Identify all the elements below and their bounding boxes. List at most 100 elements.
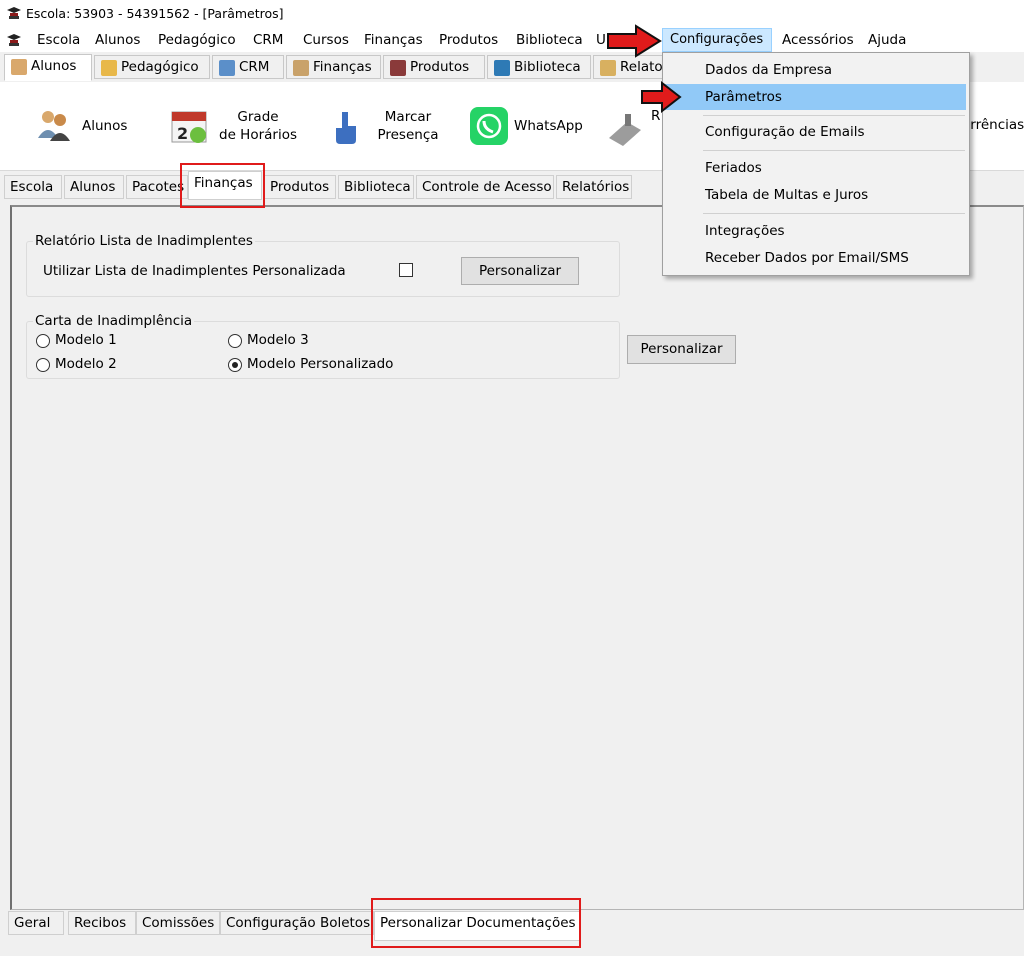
menu-configuracoes[interactable]: Configurações — [662, 28, 772, 52]
calendar-icon: 2 — [171, 111, 207, 143]
finance-parameters-panel: Relatório Lista de Inadimplentes Utiliza… — [10, 205, 1024, 910]
menu-item-label: Tabela de Multas e Juros — [705, 187, 869, 203]
menu-configuracoes-label: Configurações — [670, 32, 764, 47]
menu-item-dados-da-empresa[interactable]: Dados da Empresa — [664, 57, 966, 83]
personalizar-list-button[interactable]: Personalizar — [461, 257, 579, 285]
menu-crm[interactable]: CRM — [253, 32, 283, 48]
reports-icon — [600, 60, 616, 76]
title-bar: Escola: 53903 - 54391562 - [Parâmetros] — [0, 0, 1024, 28]
menu-escola[interactable]: Escola — [37, 32, 80, 48]
annotation-arrow-icon — [607, 24, 662, 58]
custom-list-checkbox[interactable] — [399, 263, 413, 277]
menu-item-label: Dados da Empresa — [705, 62, 833, 78]
menu-item-integracoes[interactable]: Integrações — [664, 218, 966, 244]
module-tab-relatorios[interactable]: Relato — [593, 55, 673, 79]
module-tab-label: Relato — [620, 59, 663, 75]
parameter-tabs: Escola Alunos Pacotes Finanças Produtos … — [4, 171, 644, 200]
tab-geral[interactable]: Geral — [8, 911, 64, 935]
module-tab-produtos[interactable]: Produtos — [383, 55, 485, 79]
modelo2-label: Modelo 2 — [55, 356, 117, 372]
finance-icon — [293, 60, 309, 76]
toolbar-marcar-presenca-button[interactable]: Marcar Presença — [330, 100, 440, 150]
menu-separator — [703, 150, 965, 151]
toolbar-alunos-button[interactable]: Alunos — [30, 100, 140, 150]
toolbar-label: Alunos — [82, 118, 128, 134]
menu-ajuda[interactable]: Ajuda — [868, 32, 906, 48]
menu-item-label: Receber Dados por Email/SMS — [705, 250, 909, 266]
module-tab-alunos[interactable]: Alunos — [4, 54, 92, 81]
module-tab-label: CRM — [239, 59, 270, 75]
module-tab-label: Finanças — [313, 59, 372, 75]
annotation-arrow-icon — [641, 81, 682, 113]
tab-biblioteca[interactable]: Biblioteca — [338, 175, 414, 199]
monitor-icon — [219, 60, 235, 76]
menu-acessorios[interactable]: Acessórios — [782, 32, 854, 48]
toolbar-label: Marcar — [384, 109, 432, 125]
modelo2-radio[interactable] — [36, 358, 50, 372]
modelo-personalizado-radio[interactable] — [228, 358, 242, 372]
menu-item-parametros[interactable]: Parâmetros — [664, 84, 966, 110]
menu-utilitarios-partial[interactable]: U — [596, 32, 606, 48]
raised-hand-icon — [336, 112, 356, 144]
highlight-box-personalizar-documentacoes — [371, 898, 581, 948]
menu-cursos[interactable]: Cursos — [303, 32, 349, 48]
menu-item-receber-dados[interactable]: Receber Dados por Email/SMS — [664, 245, 966, 271]
menu-item-label: Feriados — [705, 160, 762, 176]
modelo3-radio[interactable] — [228, 334, 242, 348]
tab-comissoes[interactable]: Comissões — [136, 911, 220, 935]
products-icon — [390, 60, 406, 76]
books-icon — [494, 60, 510, 76]
modelo1-label: Modelo 1 — [55, 332, 117, 348]
module-tab-label: Produtos — [410, 59, 470, 75]
menu-item-feriados[interactable]: Feriados — [664, 155, 966, 181]
tab-recibos[interactable]: Recibos — [68, 911, 136, 935]
modelo1-radio[interactable] — [36, 334, 50, 348]
module-tab-label: Pedagógico — [121, 59, 199, 75]
modelo3-label: Modelo 3 — [247, 332, 309, 348]
tab-alunos[interactable]: Alunos — [64, 175, 124, 199]
module-tab-biblioteca[interactable]: Biblioteca — [487, 55, 591, 79]
toolbar-label: Presença — [377, 127, 439, 143]
svg-text:2: 2 — [177, 124, 188, 143]
app-icon — [7, 7, 21, 19]
students-icon — [38, 111, 70, 141]
menu-bar: Escola Alunos Pedagógico CRM Cursos Fina… — [0, 28, 1024, 52]
pedagogic-icon — [101, 60, 117, 76]
tab-pacotes[interactable]: Pacotes — [126, 175, 188, 199]
toolbar-label: WhatsApp — [514, 118, 583, 134]
tab-produtos[interactable]: Produtos — [264, 175, 336, 199]
menu-pedagogico[interactable]: Pedagógico — [158, 32, 236, 48]
toolbar-grade-button[interactable]: 2 Grade de Horários — [168, 100, 298, 150]
module-tab-crm[interactable]: CRM — [212, 55, 284, 79]
module-tab-label: Biblioteca — [514, 59, 581, 75]
tab-configuracao-boletos[interactable]: Configuração Boletos — [220, 911, 374, 935]
toolbar-ocorrencias-partial[interactable]: orrências — [962, 117, 1024, 133]
highlight-box-financas — [180, 163, 265, 208]
menu-item-label: Configuração de Emails — [705, 124, 865, 140]
window-title: Escola: 53903 - 54391562 - [Parâmetros] — [26, 6, 284, 21]
module-tab-pedagogico[interactable]: Pedagógico — [94, 55, 210, 79]
menu-item-label: Integrações — [705, 223, 785, 239]
menu-biblioteca[interactable]: Biblioteca — [516, 32, 583, 48]
menu-item-configuracao-de-emails[interactable]: Configuração de Emails — [664, 119, 966, 145]
menu-produtos[interactable]: Produtos — [439, 32, 498, 48]
configuracoes-dropdown: Dados da Empresa Parâmetros Configuração… — [662, 52, 970, 276]
menu-alunos[interactable]: Alunos — [95, 32, 140, 48]
menu-financas[interactable]: Finanças — [364, 32, 423, 48]
modelo-personalizado-label: Modelo Personalizado — [247, 356, 394, 372]
tab-relatorios[interactable]: Relatórios — [556, 175, 632, 199]
toolbar-label: de Horários — [219, 127, 297, 143]
stamp-icon — [609, 114, 641, 146]
module-tab-financas[interactable]: Finanças — [286, 55, 381, 79]
carta-legend: Carta de Inadimplência — [35, 313, 193, 329]
menu-separator — [703, 115, 965, 116]
toolbar-whatsapp-button[interactable]: WhatsApp — [468, 100, 588, 150]
tab-escola[interactable]: Escola — [4, 175, 62, 199]
inadimplentes-legend: Relatório Lista de Inadimplentes — [35, 233, 253, 249]
personalizar-carta-button[interactable]: Personalizar — [627, 335, 736, 364]
tab-controle-de-acesso[interactable]: Controle de Acesso — [416, 175, 554, 199]
module-tab-label: Alunos — [31, 58, 77, 74]
menu-item-label: Parâmetros — [705, 89, 782, 105]
system-menu-icon[interactable] — [6, 32, 22, 48]
menu-item-tabela-multas-juros[interactable]: Tabela de Multas e Juros — [664, 182, 966, 208]
